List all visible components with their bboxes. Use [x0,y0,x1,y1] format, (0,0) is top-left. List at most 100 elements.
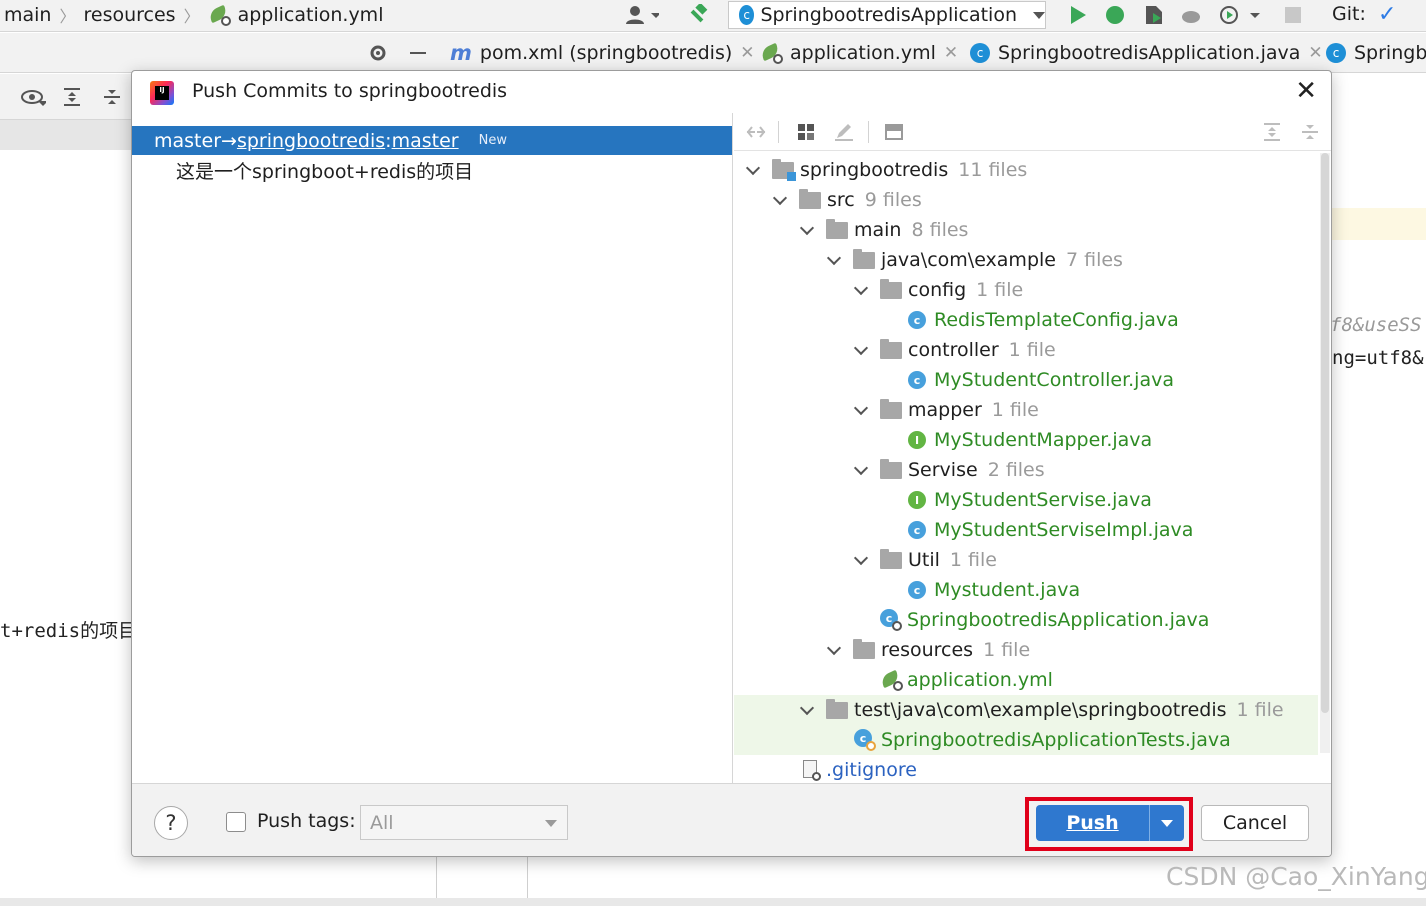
collapse-all-icon[interactable] [1298,121,1322,143]
push-button-label: Push [1066,812,1119,834]
tree-node-file[interactable]: c MyStudentController.java [734,365,1318,395]
tree-node-file[interactable]: c Mystudent.java [734,575,1318,605]
chevron-down-icon[interactable] [800,703,814,717]
push-tags-dropdown[interactable]: All [360,805,568,840]
expand-all-icon[interactable] [60,86,84,108]
push-button[interactable]: Push [1036,805,1150,841]
tree-node-folder[interactable]: config 1 file [734,275,1318,305]
ide-navigation-bar: main 〉 resources 〉 application.yml c Spr… [0,0,1426,32]
edit-source-icon[interactable] [832,121,856,143]
run-icon[interactable] [1068,4,1088,26]
profiler-icon[interactable] [1180,4,1202,26]
tab-label: Springb [1354,42,1426,64]
tree-node-folder[interactable]: Servise 2 files [734,455,1318,485]
preview-diff-icon[interactable] [882,121,906,143]
tree-node-folder[interactable]: controller 1 file [734,335,1318,365]
tree-node-folder[interactable]: src 9 files [734,185,1318,215]
tab-springb-truncated[interactable]: c Springb [1316,33,1426,73]
debug-icon[interactable] [1104,4,1126,26]
tree-node-folder[interactable]: Util 1 file [734,545,1318,575]
build-hammer-icon[interactable] [686,4,710,26]
java-class-icon: c [908,311,926,329]
breadcrumb-application-yml[interactable]: application.yml [238,4,384,26]
arrow-icon: → [221,129,237,152]
java-interface-icon: I [908,491,926,509]
folder-icon [880,338,902,359]
module-folder-icon [772,158,796,181]
chevron-down-icon[interactable] [800,223,814,237]
breadcrumb-main[interactable]: main [4,4,51,26]
target-branch-link[interactable]: master [392,130,459,152]
tab-application-yml[interactable]: application.yml ✕ [750,33,968,73]
tree-node-file[interactable]: c MyStudentServiseImpl.java [734,515,1318,545]
tree-node-file[interactable]: I MyStudentMapper.java [734,425,1318,455]
changes-panel: springbootredis 11 files src 9 files mai… [734,113,1331,783]
git-update-icon[interactable]: ✓ [1378,2,1396,27]
scrollbar-thumb[interactable] [1321,153,1329,713]
folder-icon [880,398,902,419]
tree-node-folder[interactable]: mapper 1 file [734,395,1318,425]
close-icon[interactable]: ✕ [944,43,958,63]
tree-scrollbar[interactable] [1320,153,1330,753]
tab-pom-xml[interactable]: m pom.xml (springbootredis) ✕ [440,33,765,73]
spring-app-icon: c [739,5,755,25]
tool-window-header-strip [0,120,132,150]
tree-node-folder[interactable]: java\com\example 7 files [734,245,1318,275]
run-configuration-selector[interactable]: c SpringbootredisApplication [728,1,1046,29]
java-class-icon: c [908,581,926,599]
cancel-button[interactable]: Cancel [1201,805,1309,841]
tree-node-file[interactable]: c SpringbootredisApplication.java [734,605,1318,635]
coverage-icon[interactable] [1142,4,1164,26]
breadcrumb-resources[interactable]: resources [84,4,176,26]
branch-row-selected[interactable]: master → springbootredis : master New [132,126,732,155]
remote-link[interactable]: springbootredis [237,130,385,152]
push-tags-checkbox[interactable] [226,812,246,832]
chevron-down-icon[interactable] [773,193,787,207]
tree-node-folder[interactable]: resources 1 file [734,635,1318,665]
help-button[interactable]: ? [154,806,188,840]
dialog-footer: ? Push tags: All Push Cancel [132,783,1331,856]
tree-node-folder[interactable]: main 8 files [734,215,1318,245]
spring-app-icon: c [970,43,990,63]
minimize-icon[interactable] [406,42,430,64]
chevron-down-icon[interactable] [854,463,868,477]
collapse-all-icon[interactable] [100,86,124,108]
eye-icon[interactable] [20,86,46,108]
stop-icon[interactable] [1284,4,1302,26]
tree-node-folder[interactable]: test\java\com\example\springbootredis 1 … [734,695,1318,725]
new-branch-badge: New [478,133,507,148]
push-options-dropdown[interactable] [1150,805,1184,841]
tab-springbootredis-application[interactable]: c SpringbootredisApplication.java ✕ [960,33,1333,73]
yaml-file-icon [759,42,783,64]
group-by-icon[interactable] [794,121,818,143]
gear-icon[interactable] [366,42,390,64]
chevron-down-icon[interactable] [854,283,868,297]
editor-tabs-bar: m pom.xml (springbootredis) ✕ applicatio… [0,33,1426,73]
tree-node-file[interactable]: .gitignore [734,755,1318,783]
folder-icon [853,638,875,659]
background-code-text: ng=utf8& [1332,347,1424,369]
chevron-down-icon[interactable] [854,553,868,567]
compare-icon[interactable] [744,121,768,143]
tree-node-file[interactable]: I MyStudentServise.java [734,485,1318,515]
chevron-down-icon[interactable] [854,343,868,357]
tree-node-root[interactable]: springbootredis 11 files [734,155,1318,185]
tree-node-file[interactable]: c SpringbootredisApplicationTests.java [734,725,1318,755]
tree-node-file[interactable]: application.yml [734,665,1318,695]
yaml-file-icon [206,4,231,26]
commit-item[interactable]: 这是一个springboot+redis的项目 [176,157,473,184]
close-icon[interactable]: ✕ [1295,76,1317,106]
run-with-options-icon[interactable] [1218,4,1262,26]
user-icon[interactable] [622,4,662,26]
tab-label: pom.xml (springbootredis) [479,42,733,64]
expand-all-icon[interactable] [1260,121,1284,143]
chevron-down-icon[interactable] [827,253,841,267]
spring-test-icon: c [854,729,876,751]
chevron-down-icon[interactable] [854,403,868,417]
tree-node-file[interactable]: c RedisTemplateConfig.java [734,305,1318,335]
chevron-down-icon[interactable] [827,643,841,657]
spring-app-icon: c [1326,43,1346,63]
chevron-down-icon[interactable] [746,163,760,177]
yaml-file-icon [879,669,903,691]
background-panel-divider [436,857,528,898]
